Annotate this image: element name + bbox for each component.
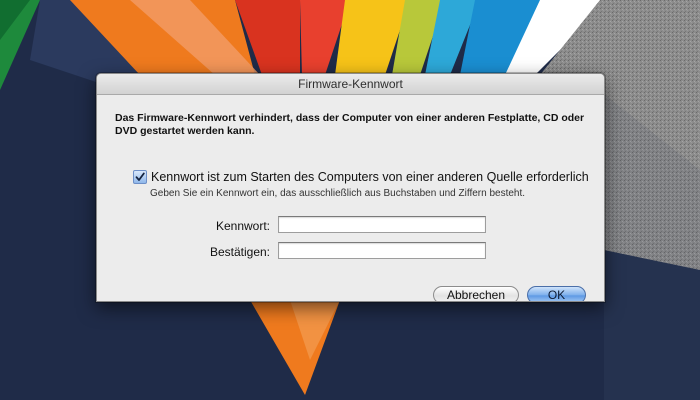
dialog-content: Das Firmware-Kennwort verhindert, dass d… xyxy=(97,95,604,301)
require-password-checkbox-row[interactable]: Kennwort ist zum Starten des Computers v… xyxy=(133,170,589,184)
confirm-password-field[interactable] xyxy=(278,242,486,259)
require-password-checkbox[interactable] xyxy=(133,170,147,184)
ok-button[interactable]: OK xyxy=(527,286,586,301)
confirm-label: Bestätigen: xyxy=(209,245,270,259)
checkmark-icon xyxy=(135,172,145,181)
password-field[interactable] xyxy=(278,216,486,233)
firmware-password-dialog: Firmware-Kennwort Das Firmware-Kennwort … xyxy=(96,73,605,302)
cancel-button[interactable]: Abbrechen xyxy=(433,286,519,301)
intro-text: Das Firmware-Kennwort verhindert, dass d… xyxy=(115,112,585,137)
password-label: Kennwort: xyxy=(215,219,270,233)
desktop: Firmware-Kennwort Das Firmware-Kennwort … xyxy=(0,0,700,400)
password-hint: Geben Sie ein Kennwort ein, das ausschli… xyxy=(150,188,526,199)
dialog-title: Firmware-Kennwort xyxy=(97,74,604,95)
require-password-label[interactable]: Kennwort ist zum Starten des Computers v… xyxy=(151,170,589,184)
